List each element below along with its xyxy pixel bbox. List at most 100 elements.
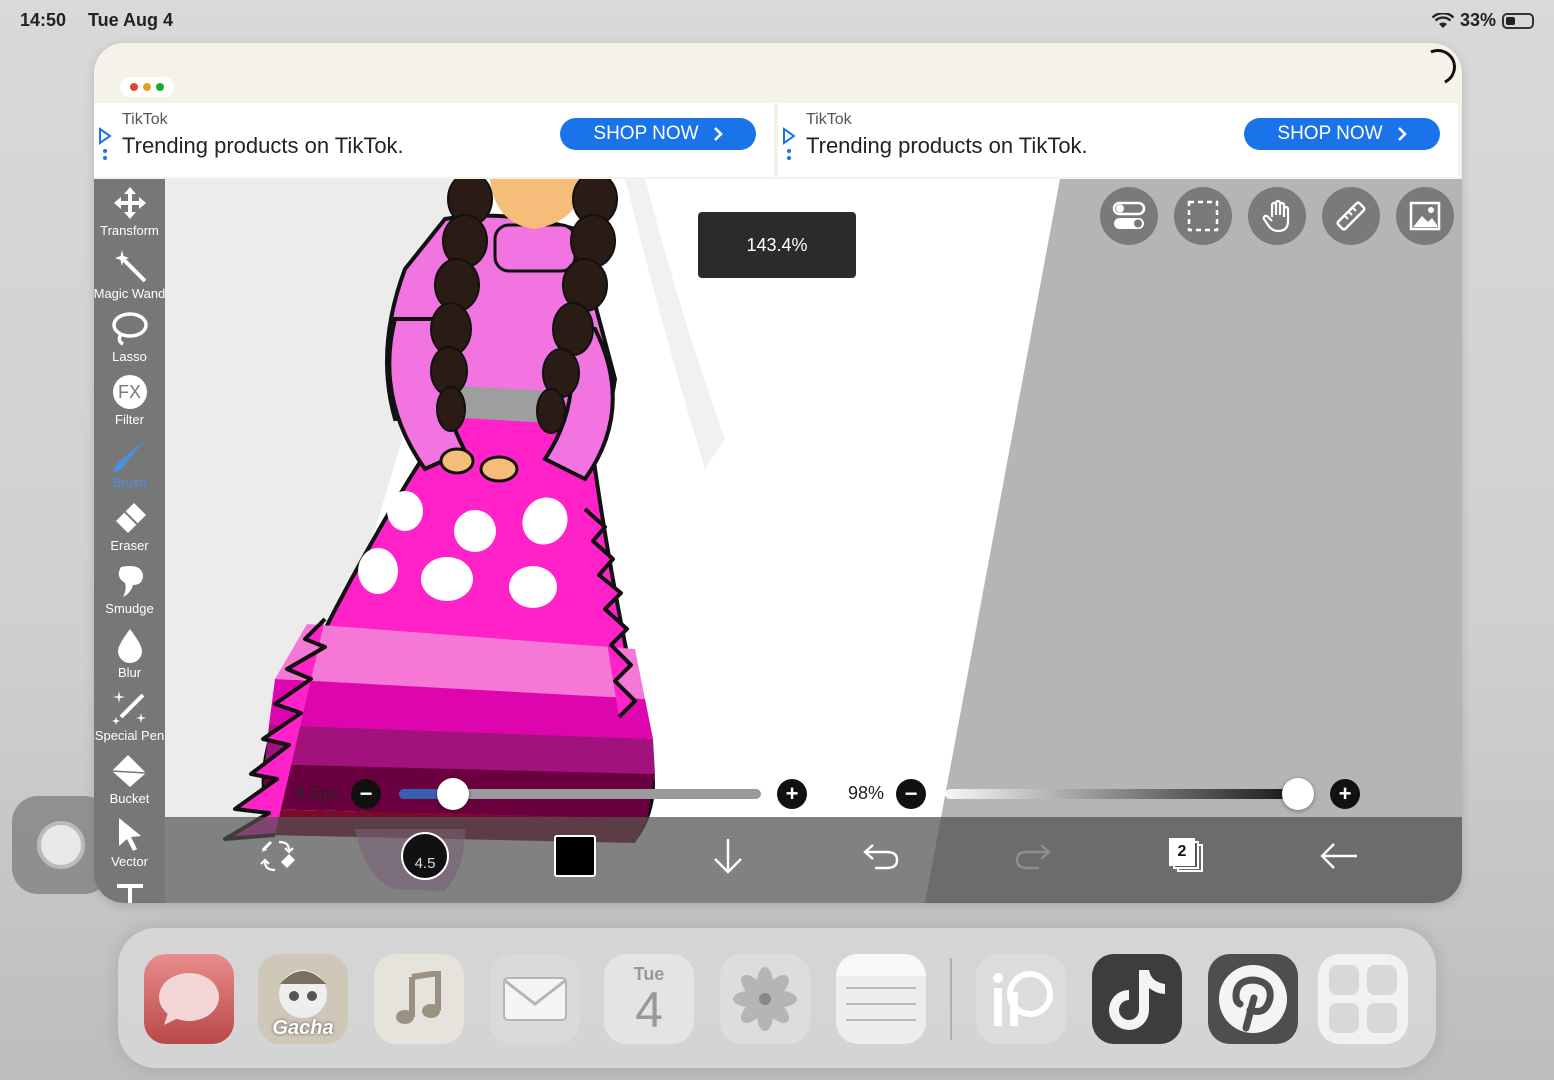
opacity-minus-button[interactable]: − xyxy=(896,779,926,809)
tool-label: Transform xyxy=(100,223,159,238)
adchoices-icon[interactable] xyxy=(98,127,112,161)
chevron-right-icon xyxy=(1397,127,1407,141)
status-indicators: 33% xyxy=(1431,10,1534,31)
brush-preview: 4.5 xyxy=(401,832,449,880)
brush-eraser-swap-icon xyxy=(260,840,295,872)
tool-label: Blur xyxy=(117,665,142,680)
loading-spinner-icon xyxy=(1414,43,1462,91)
mail-icon[interactable] xyxy=(490,954,580,1044)
tool-magic-wand[interactable]: Magic Wand xyxy=(94,246,165,309)
photos-icon[interactable] xyxy=(720,954,810,1044)
battery-icon xyxy=(1502,12,1534,29)
tool-bucket[interactable]: Bucket xyxy=(94,751,165,814)
tool-label: Bucket xyxy=(109,791,150,806)
ruler-button[interactable] xyxy=(1322,187,1380,245)
fx-icon: FX xyxy=(112,375,147,409)
tool-smudge[interactable]: Smudge xyxy=(94,561,165,624)
brush-size-minus-button[interactable]: − xyxy=(351,779,381,809)
tool-brush[interactable]: Brush xyxy=(94,435,165,498)
ad-banner-bar: TikTok Trending products on TikTok. SHOP… xyxy=(94,103,1462,179)
move-arrows-icon xyxy=(113,187,146,219)
hand-tool-button[interactable] xyxy=(1248,187,1306,245)
shop-now-button[interactable]: SHOP NOW xyxy=(560,118,756,150)
tool-label: Filter xyxy=(115,412,144,427)
ad-banner[interactable]: TikTok Trending products on TikTok. SHOP… xyxy=(94,103,774,177)
workspace: Transform Magic Wand Lasso FX Filter Bru… xyxy=(94,179,1462,903)
brush-size-plus-button[interactable]: + xyxy=(777,779,807,809)
music-icon[interactable] xyxy=(374,954,464,1044)
ad-source: TikTok xyxy=(806,111,852,128)
redo-button[interactable] xyxy=(1003,831,1063,881)
tool-label: Brush xyxy=(112,475,147,490)
ad-headline: Trending products on TikTok. xyxy=(806,133,1088,158)
window-controls[interactable] xyxy=(120,77,174,97)
tool-label: Lasso xyxy=(112,349,147,364)
brush-size-value: 4.5px xyxy=(295,783,340,803)
layer-count: 2 xyxy=(1169,838,1195,866)
tool-label: Eraser xyxy=(110,538,149,553)
swap-tool-button[interactable] xyxy=(247,831,307,881)
top-right-tools xyxy=(1100,187,1454,245)
dock: Gacha Tue 4 xyxy=(118,928,1436,1068)
status-date: Tue Aug 4 xyxy=(88,10,173,30)
drop-icon xyxy=(117,629,142,663)
back-button[interactable] xyxy=(1309,831,1369,881)
shop-now-label: SHOP NOW xyxy=(593,123,699,144)
tool-palette: Transform Magic Wand Lasso FX Filter Bru… xyxy=(94,179,165,903)
drawing-canvas[interactable]: 143.4% 4.5px − + 98% − + xyxy=(165,179,1462,903)
tool-label: Vector xyxy=(111,854,148,869)
reference-image-button[interactable] xyxy=(1396,187,1454,245)
app-library-icon[interactable] xyxy=(1318,954,1408,1044)
tiktok-icon[interactable] xyxy=(1092,954,1182,1044)
tool-text-partial[interactable] xyxy=(115,882,145,903)
redo-icon xyxy=(1015,844,1051,870)
ibispaint-window: TikTok Trending products on TikTok. SHOP… xyxy=(94,43,1462,903)
tool-label: Magic Wand xyxy=(94,286,166,301)
tool-eraser[interactable]: Eraser xyxy=(94,498,165,561)
messages-icon[interactable] xyxy=(144,954,234,1044)
dock-separator xyxy=(950,958,952,1040)
undo-button[interactable] xyxy=(851,831,911,881)
tool-lasso[interactable]: Lasso xyxy=(94,309,165,372)
shop-now-label: SHOP NOW xyxy=(1277,123,1383,144)
ad-banner[interactable]: TikTok Trending products on TikTok. SHOP… xyxy=(778,103,1458,177)
status-time: 14:50 xyxy=(20,10,67,30)
ibispaint-icon[interactable] xyxy=(976,954,1066,1044)
brush-size-thumb[interactable] xyxy=(437,778,470,810)
tool-special-pen[interactable]: Special Pen xyxy=(94,688,165,751)
status-bar: 14:50 Tue Aug 4 33% xyxy=(0,0,1554,42)
layers-icon: 2 xyxy=(1169,838,1205,874)
tool-transform[interactable]: Transform xyxy=(94,183,165,246)
brush-size-slider: 4.5px − + 98% − + xyxy=(165,774,1462,814)
layers-button[interactable]: 2 xyxy=(1157,831,1217,881)
opacity-value: 98% xyxy=(848,783,885,803)
tool-blur[interactable]: Blur xyxy=(94,625,165,688)
notes-icon[interactable] xyxy=(836,954,926,1044)
wifi-icon xyxy=(1431,12,1454,28)
opacity-thumb[interactable] xyxy=(1281,778,1314,810)
ad-source: TikTok xyxy=(122,111,168,128)
download-button[interactable] xyxy=(698,831,758,881)
pinterest-icon[interactable] xyxy=(1208,954,1298,1044)
shop-now-button[interactable]: SHOP NOW xyxy=(1244,118,1440,150)
brush-settings-button[interactable]: 4.5 xyxy=(395,831,455,881)
battery-percent: 33% xyxy=(1459,10,1496,30)
zoom-indicator: 143.4% xyxy=(698,212,856,278)
gacha-label: Gacha xyxy=(272,1017,334,1039)
ad-headline: Trending products on TikTok. xyxy=(122,133,404,158)
image-icon xyxy=(1409,201,1441,231)
adchoices-icon[interactable] xyxy=(782,127,796,161)
bucket-icon xyxy=(111,755,146,787)
opacity-track[interactable] xyxy=(945,789,1305,799)
toggle-settings-button[interactable] xyxy=(1100,187,1158,245)
color-button[interactable] xyxy=(545,831,605,881)
selection-button[interactable] xyxy=(1174,187,1232,245)
gacha-app-icon[interactable]: Gacha xyxy=(258,954,348,1044)
arrow-left-icon xyxy=(1320,843,1357,869)
tool-filter[interactable]: FX Filter xyxy=(94,372,165,435)
calendar-icon[interactable]: Tue 4 xyxy=(604,954,694,1044)
chevron-right-icon xyxy=(713,127,723,141)
cursor-icon xyxy=(118,818,141,851)
opacity-plus-button[interactable]: + xyxy=(1330,779,1360,809)
assistive-touch-button[interactable] xyxy=(12,796,110,894)
